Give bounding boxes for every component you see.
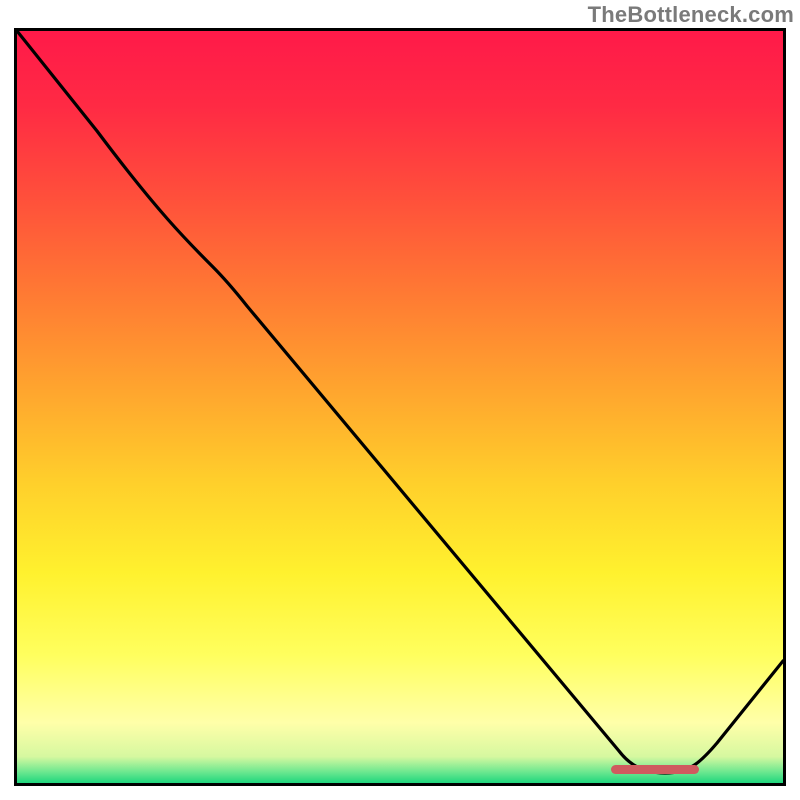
chart-frame: TheBottleneck.com [0, 0, 800, 800]
plot-area [14, 28, 786, 786]
watermark-text: TheBottleneck.com [588, 2, 794, 28]
optimal-zone-marker [611, 765, 699, 774]
heat-background [17, 31, 783, 783]
plot-svg [17, 31, 783, 783]
